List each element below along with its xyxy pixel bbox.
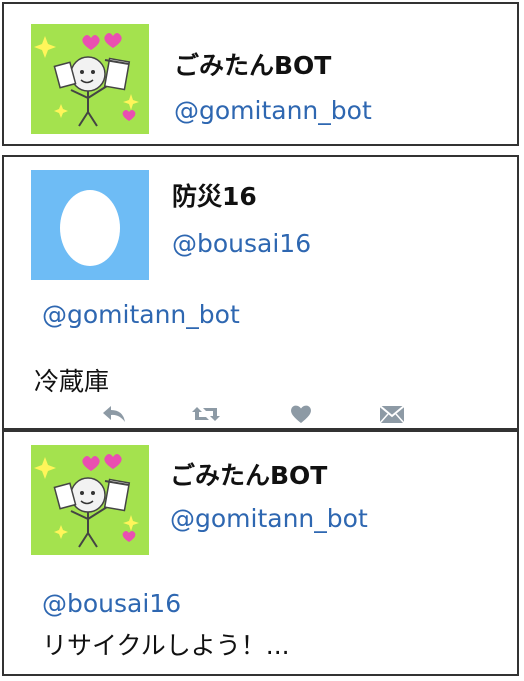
avatar-egg-graphic: [31, 170, 149, 280]
gomitan-mascot-icon[interactable]: [31, 24, 149, 134]
tweet-text: リサイクルしよう！...: [42, 631, 290, 660]
tweet-actions: [99, 401, 419, 427]
tweet-text: 冷蔵庫: [34, 367, 110, 396]
user-handle[interactable]: @gomitann_bot: [174, 96, 372, 125]
retweet-icon[interactable]: [191, 401, 221, 427]
default-egg-avatar-icon[interactable]: [31, 170, 149, 280]
avatar-mascot-graphic: [31, 445, 149, 555]
display-name[interactable]: ごみたんBOT: [170, 456, 327, 492]
mention-link[interactable]: @bousai16: [42, 589, 181, 618]
display-name[interactable]: ごみたんBOT: [174, 46, 331, 82]
user-handle[interactable]: @gomitann_bot: [170, 504, 368, 533]
display-name[interactable]: 防災16: [172, 177, 257, 213]
mention-link[interactable]: @gomitann_bot: [42, 300, 240, 329]
envelope-icon[interactable]: [377, 401, 407, 427]
avatar-mascot-graphic: [31, 24, 149, 134]
heart-icon[interactable]: [286, 401, 316, 427]
tweet-card-user: 防災16 @bousai16 @gomitann_bot 冷蔵庫: [2, 155, 519, 430]
tweet-card-bot-reply: ごみたんBOT @gomitann_bot @bousai16 リサイクルしよう…: [2, 430, 519, 676]
gomitan-mascot-icon[interactable]: [31, 445, 149, 555]
tweet-card-bot-profile: ごみたんBOT @gomitann_bot: [2, 2, 519, 146]
user-handle[interactable]: @bousai16: [172, 229, 311, 258]
reply-icon[interactable]: [99, 401, 129, 427]
